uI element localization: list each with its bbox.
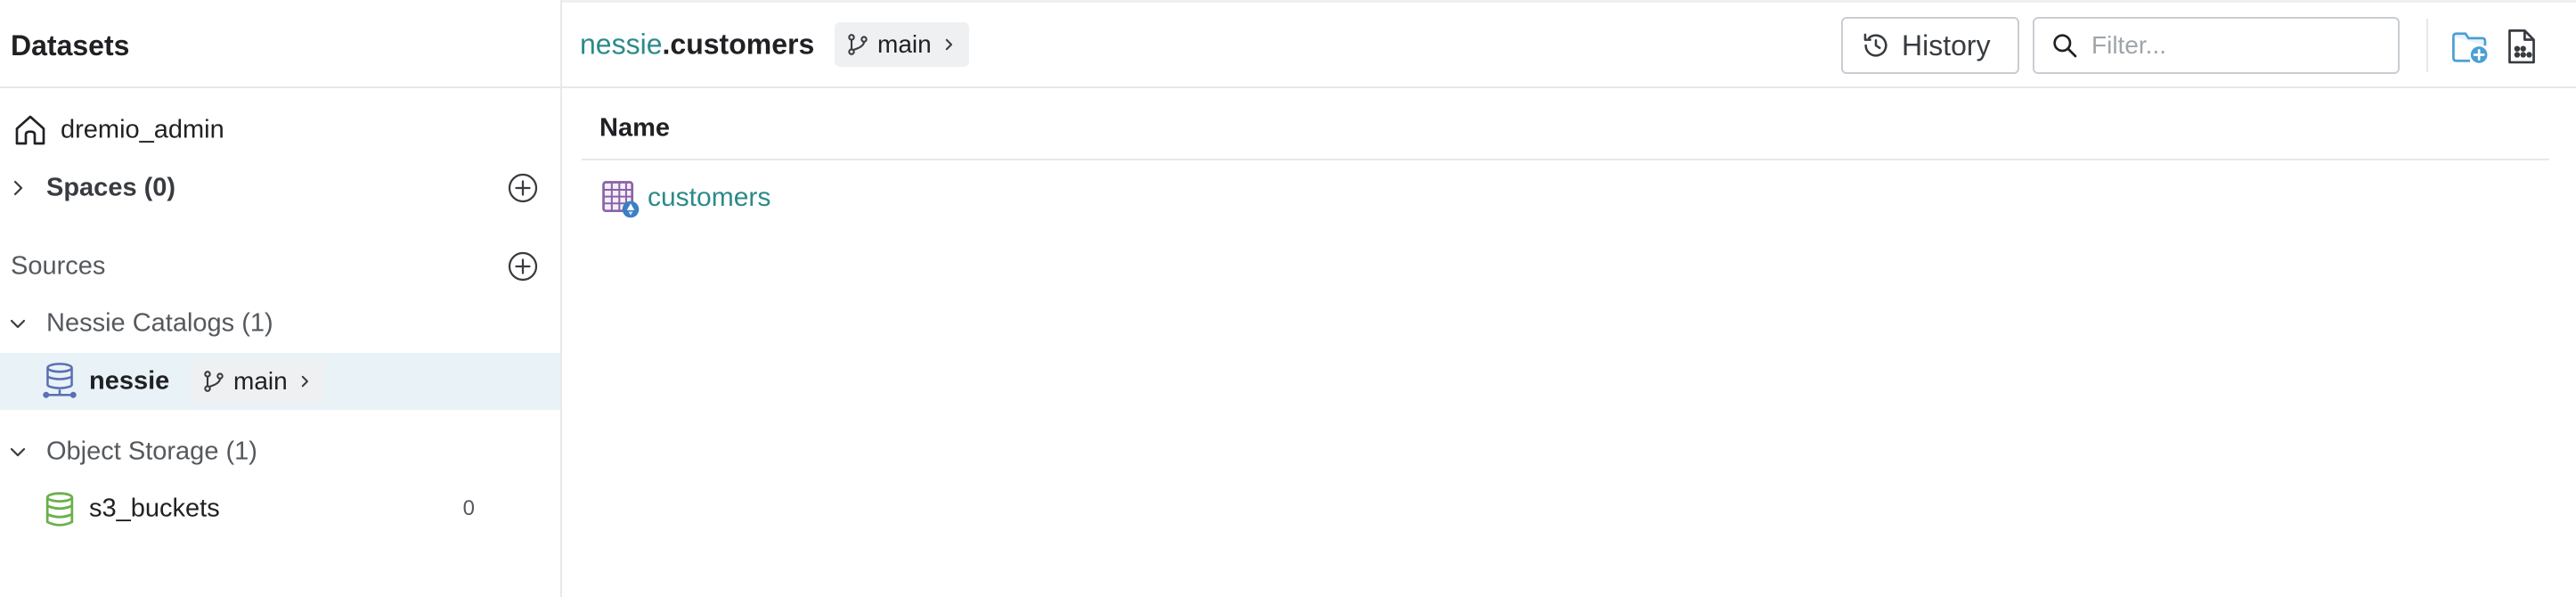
sidebar-title: Datasets — [11, 29, 130, 61]
item-count-badge: 0 — [462, 496, 475, 520]
main-header: nessie.customers main History — [562, 3, 2576, 88]
sidebar-item-nessie[interactable]: nessie main — [0, 353, 560, 410]
history-label: History — [1902, 29, 1991, 61]
sidebar: Datasets dremio_admin Spaces (0) Sources… — [0, 0, 562, 597]
home-icon — [15, 115, 45, 145]
dataset-name-link[interactable]: customers — [648, 183, 770, 213]
filter-field[interactable] — [2033, 17, 2400, 74]
nessie-label: nessie — [89, 366, 170, 396]
sidebar-item-s3-buckets[interactable]: s3_buckets 0 — [0, 482, 560, 536]
filter-input[interactable] — [2091, 31, 2385, 60]
object-storage-icon — [45, 492, 74, 527]
chevron-down-icon — [10, 319, 26, 329]
toolbar-divider — [2426, 19, 2428, 72]
chevron-right-icon — [301, 375, 308, 388]
branch-label: main — [877, 30, 932, 58]
chevron-right-icon — [13, 180, 23, 196]
table-header: Name — [582, 98, 2549, 160]
git-branch-icon — [848, 34, 868, 55]
home-label: dremio_admin — [61, 115, 224, 144]
sidebar-section-sources: Sources — [0, 240, 560, 293]
spaces-label: Spaces (0) — [46, 173, 176, 202]
branch-label: main — [233, 367, 288, 395]
chevron-right-icon — [945, 38, 952, 51]
column-header-name[interactable]: Name — [599, 114, 670, 143]
add-folder-icon[interactable] — [2450, 28, 2490, 67]
s3-buckets-label: s3_buckets — [89, 494, 220, 523]
main-content: nessie.customers main History Filter... … — [562, 0, 2576, 597]
sidebar-item-spaces[interactable]: Spaces (0) — [0, 161, 560, 215]
add-space-icon[interactable] — [507, 172, 539, 204]
sidebar-group-object-storage[interactable]: Object Storage (1) — [0, 425, 560, 478]
breadcrumb-current: customers — [670, 28, 815, 61]
history-button[interactable]: History — [1841, 17, 2019, 74]
search-icon — [2053, 34, 2077, 58]
add-file-icon[interactable] — [2502, 28, 2541, 67]
group-label: Nessie Catalogs (1) — [46, 308, 273, 338]
chevron-down-icon — [10, 447, 26, 457]
sources-label: Sources — [11, 251, 106, 281]
header-branch-chip[interactable]: main — [835, 22, 969, 67]
add-source-icon[interactable] — [507, 250, 539, 282]
breadcrumb-source-link[interactable]: nessie — [580, 29, 663, 61]
sidebar-group-nessie-catalogs[interactable]: Nessie Catalogs (1) — [0, 297, 560, 350]
sidebar-header: Datasets — [0, 3, 560, 88]
table-row[interactable]: customers — [582, 171, 2549, 225]
nessie-branch-chip[interactable]: main — [191, 359, 325, 404]
iceberg-table-icon — [602, 181, 640, 218]
git-branch-icon — [204, 371, 224, 392]
sidebar-item-home[interactable]: dremio_admin — [0, 103, 560, 157]
history-icon — [1863, 33, 1887, 57]
nessie-catalog-icon — [43, 363, 77, 398]
breadcrumb: nessie.customers — [580, 29, 814, 61]
group-label: Object Storage (1) — [46, 437, 257, 466]
